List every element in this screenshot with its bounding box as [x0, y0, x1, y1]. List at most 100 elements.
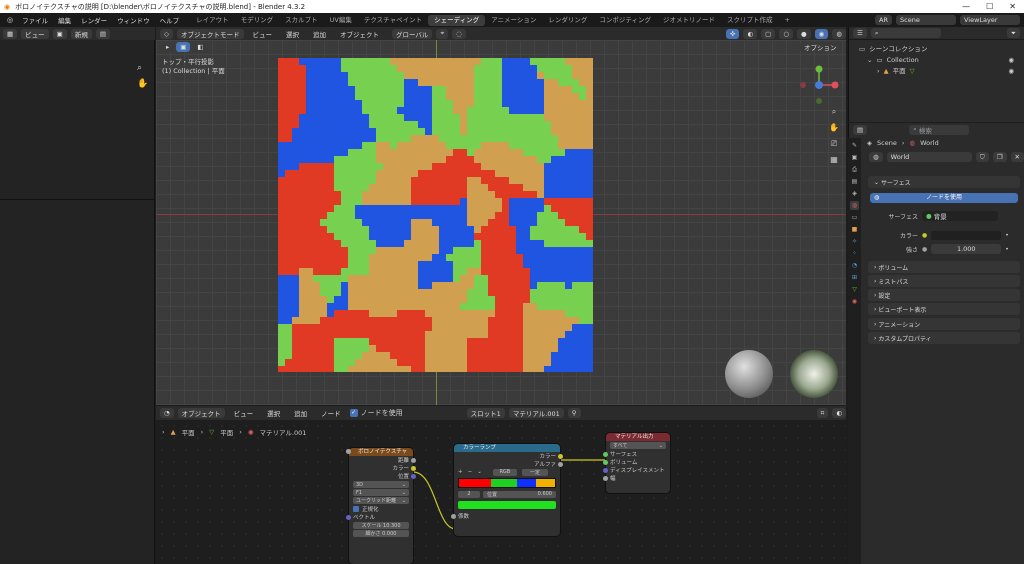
object-selector[interactable]: オブジェクト	[177, 408, 225, 418]
workspace-tab[interactable]: スクリプト作成	[721, 15, 779, 26]
collection-icon[interactable]: ▭	[850, 213, 859, 222]
tool-icon[interactable]: ✎	[850, 141, 859, 150]
xray-icon[interactable]: ▢	[761, 28, 776, 39]
gizmo-icon[interactable]: ✜	[726, 28, 740, 39]
remove-stop-button[interactable]: −	[468, 469, 473, 475]
color-mode-dropdown[interactable]: RGB	[492, 468, 517, 476]
workspace-tab[interactable]: テクスチャペイント	[358, 15, 428, 26]
socket-icon[interactable]	[451, 513, 456, 519]
stop-index-field[interactable]: 2	[458, 490, 480, 498]
select-tool-icon[interactable]: ▸	[162, 42, 174, 52]
image-icon[interactable]: ▣	[52, 28, 67, 39]
vp-menu-object[interactable]: オブジェクト	[335, 29, 384, 39]
menu-window[interactable]: ウィンドウ	[112, 15, 155, 25]
hand-icon[interactable]: ✋	[829, 120, 839, 136]
select-box-icon[interactable]: ▣	[176, 42, 191, 52]
surface-section-header[interactable]: ⌄ サーフェス	[868, 176, 1020, 188]
physics-icon[interactable]: ◔	[850, 261, 859, 270]
object-icon[interactable]: ■	[850, 225, 859, 234]
custom-properties-section-header[interactable]: › カスタムプロパティ	[868, 332, 1020, 344]
render-icon[interactable]: ▣	[850, 153, 859, 162]
animation-section-header[interactable]: › アニメーション	[868, 318, 1020, 330]
constraints-icon[interactable]: ⊞	[850, 273, 859, 282]
mode-selector[interactable]: オブジェクトモード	[177, 28, 244, 39]
colorramp-node[interactable]: カラーランプ カラー アルファ + − ⌄ RGB 一定 2 位置 0.600 係…	[451, 444, 563, 536]
world-icon[interactable]: ◍	[869, 152, 883, 162]
workspace-tab[interactable]: コンポジティング	[593, 15, 657, 26]
node-menu-node[interactable]: ノード	[316, 408, 346, 418]
add-stop-button[interactable]: +	[458, 469, 463, 475]
editor-type-icon[interactable]: ◇	[160, 28, 173, 39]
object-row[interactable]: › ▲ 平面 ▽ ◉	[859, 66, 1024, 77]
socket-icon[interactable]	[346, 514, 351, 520]
material-output-node[interactable]: マテリアル出力 すべて ⌄ サーフェス ボリューム ディスプレイスメント 幅	[603, 433, 670, 493]
properties-search[interactable]: ⌕ 検索	[909, 124, 970, 135]
material-selector[interactable]: マテリアル.001	[508, 408, 564, 418]
vp-menu-select[interactable]: 選択	[281, 29, 304, 39]
interpolation-dropdown[interactable]: 一定	[521, 468, 548, 476]
add-workspace-button[interactable]: +	[779, 15, 796, 26]
editor-type-icon[interactable]: ◔	[160, 408, 174, 418]
filter-icon[interactable]: ⏷	[1006, 28, 1020, 38]
voronoi-plane[interactable]	[278, 58, 593, 372]
zoom-icon[interactable]: ⌕	[137, 60, 148, 76]
distance-dropdown[interactable]: ユークリッド距離 ⌄	[353, 497, 409, 504]
eye-icon[interactable]: ◉	[1008, 66, 1024, 77]
scene-collection-row[interactable]: ▭ シーンコレクション	[859, 44, 1024, 55]
use-nodes-toggle[interactable]: ✓ ノードを使用	[349, 408, 403, 418]
stop-color-swatch[interactable]	[458, 501, 556, 509]
menu-render[interactable]: レンダー	[76, 15, 112, 25]
workspace-tab[interactable]: モデリング	[235, 15, 280, 26]
grid-icon[interactable]: ▦	[829, 152, 839, 168]
shading-wire-icon[interactable]: ○	[779, 28, 793, 39]
dot-icon[interactable]: •	[1005, 246, 1009, 253]
socket-icon[interactable]	[603, 459, 608, 465]
maximize-icon[interactable]: ☐	[986, 2, 993, 11]
transform-orientation[interactable]: グローバル	[392, 28, 433, 39]
proportional-icon[interactable]: ◌	[452, 28, 466, 39]
vp-menu-view[interactable]: ビュー	[248, 29, 278, 39]
breadcrumb-item[interactable]: マテリアル.001	[260, 427, 307, 437]
stop-position-field[interactable]: 位置 0.600	[483, 490, 556, 498]
feature-dropdown[interactable]: F1 ⌄	[353, 489, 409, 496]
outliner-search[interactable]: ⌕	[870, 28, 941, 38]
socket-icon[interactable]	[603, 467, 608, 473]
material-icon[interactable]: ◉	[850, 297, 859, 306]
view-layer-icon[interactable]: ▤	[850, 177, 859, 186]
surface-shader-field[interactable]: ● 背景	[922, 211, 998, 221]
viewport-display-section-header[interactable]: › ビューポート表示	[868, 303, 1020, 315]
mist-section-header[interactable]: › ミストパス	[868, 275, 1020, 287]
particles-icon[interactable]: ⁘	[850, 249, 859, 258]
data-icon[interactable]: ▽	[850, 285, 859, 294]
node-menu-select[interactable]: 選択	[262, 408, 285, 418]
modifier-icon[interactable]: ✧	[850, 237, 859, 246]
socket-icon[interactable]	[411, 457, 416, 463]
world-name-field[interactable]: World	[886, 152, 972, 162]
shading-render-icon[interactable]: ◍	[832, 28, 846, 39]
socket-icon[interactable]	[411, 465, 416, 471]
breadcrumb-item[interactable]: 平面	[182, 427, 195, 437]
node-menu-add[interactable]: 追加	[289, 408, 312, 418]
workspace-tab[interactable]: シェーディング	[428, 14, 486, 26]
close-icon[interactable]: ✕	[1010, 152, 1024, 162]
camera-icon[interactable]: ⎚	[829, 136, 839, 152]
socket-icon[interactable]	[411, 473, 416, 479]
socket-icon[interactable]	[603, 451, 608, 457]
blender-menu-icon[interactable]: ◎	[3, 16, 17, 24]
editor-type-icon[interactable]: ▤	[853, 124, 868, 135]
workspace-tab[interactable]: レイアウト	[190, 15, 235, 26]
scale-field[interactable]: スケール 10.300	[346, 449, 409, 529]
strength-field[interactable]: 1.000	[931, 244, 1002, 254]
workspace-tab[interactable]: ジオメトリノード	[657, 15, 721, 26]
options-button[interactable]: オプション	[800, 42, 841, 52]
normalize-checkbox[interactable]: 正規化	[349, 505, 413, 513]
overlay-icon[interactable]: ◐	[743, 28, 758, 39]
hand-icon[interactable]: ✋	[137, 76, 148, 92]
voronoi-node[interactable]: ボロノイテクスチャ 距離 カラー 位置 3D ⌄ F1 ⌄ ユークリッド距離 ⌄ 正規…	[346, 448, 416, 564]
color-swatch[interactable]	[931, 231, 1002, 240]
ar-button[interactable]: AR	[875, 15, 892, 25]
output-icon[interactable]: ⎙	[850, 165, 859, 174]
ramp-menu-button[interactable]: ⌄	[477, 469, 482, 475]
minimize-icon[interactable]: —	[962, 2, 970, 11]
overlay-icon[interactable]: ◐	[832, 408, 846, 418]
